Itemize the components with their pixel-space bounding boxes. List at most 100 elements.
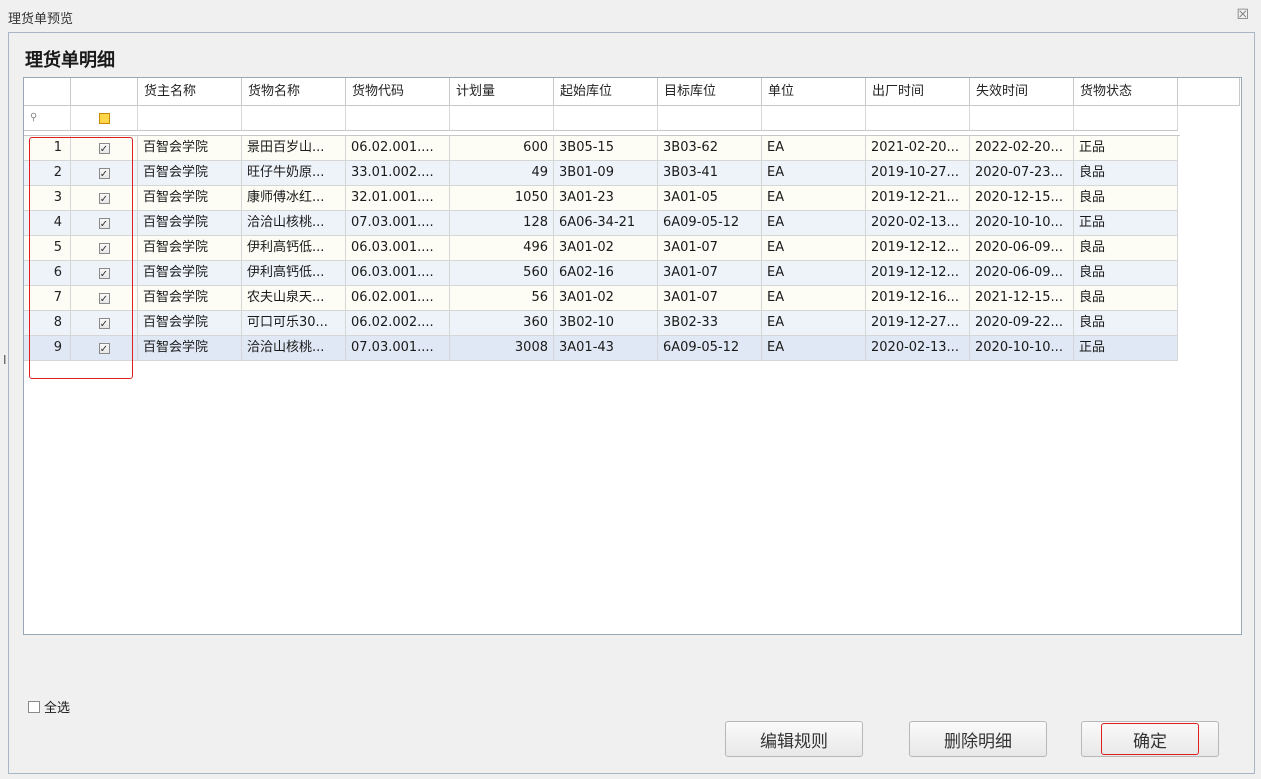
column-header-expiry-date[interactable]: 失效时间 (970, 78, 1074, 105)
row-checkbox[interactable]: ✓ (71, 161, 138, 185)
checkbox-checked[interactable]: ✓ (98, 167, 110, 180)
column-header-to-location[interactable]: 目标库位 (658, 78, 762, 105)
cell-expiry-date: 2020-10-10... (970, 336, 1074, 360)
table-row[interactable]: 8 ✓ 百智会学院 可口可乐30... 06.02.002.... 360 3B02-10 3… (24, 311, 1178, 336)
checkbox-checked[interactable]: ✓ (98, 142, 110, 155)
row-index: 5 (24, 236, 71, 260)
header-checkbox-indeterminate[interactable] (98, 112, 110, 124)
cell-owner: 百智会学院 (138, 336, 242, 360)
cell-unit: EA (762, 236, 866, 260)
edit-rule-button[interactable]: 编辑规则 (725, 721, 863, 757)
cell-to-location: 3A01-07 (658, 261, 762, 285)
column-header-unit[interactable]: 单位 (762, 78, 866, 105)
table-row[interactable]: 9 ✓ 百智会学院 洽洽山核桃... 07.03.001.... 3008 3A01-43 6… (24, 336, 1178, 361)
cell-expiry-date: 2020-09-22... (970, 311, 1074, 335)
column-header-goods-code[interactable]: 货物代码 (346, 78, 450, 105)
cell-from-location: 3B02-10 (554, 311, 658, 335)
cell-goods-name: 旺仔牛奶原... (242, 161, 346, 185)
cell-unit: EA (762, 161, 866, 185)
close-icon[interactable]: ☒ (1236, 7, 1249, 23)
cell-from-location: 3A01-23 (554, 186, 658, 210)
window-title: 理货单预览 (8, 12, 74, 27)
filter-goods-code[interactable] (346, 106, 450, 130)
confirm-button[interactable]: 确定 (1081, 721, 1219, 757)
cell-from-location: 3A01-02 (554, 286, 658, 310)
cell-expiry-date: 2020-06-09... (970, 236, 1074, 260)
checkbox-checked[interactable]: ✓ (98, 342, 110, 355)
column-header-planned-qty[interactable]: 计划量 (450, 78, 554, 105)
checkbox-checked[interactable]: ✓ (98, 242, 110, 255)
column-header-mfg-date[interactable]: 出厂时间 (866, 78, 970, 105)
filter-check-cell[interactable] (71, 106, 138, 130)
filter-from-location[interactable] (554, 106, 658, 130)
row-checkbox[interactable]: ✓ (71, 261, 138, 285)
checkbox-checked[interactable]: ✓ (98, 292, 110, 305)
filter-mfg-date[interactable] (866, 106, 970, 130)
grid-header: 货主名称 货物名称 货物代码 计划量 起始库位 目标库位 单位 出厂时间 失效时… (24, 78, 1240, 106)
cell-unit: EA (762, 261, 866, 285)
row-index: 8 (24, 311, 71, 335)
cell-owner: 百智会学院 (138, 311, 242, 335)
title-bar: 理货单预览 ☒ (0, 0, 1261, 32)
row-index: 4 (24, 211, 71, 235)
row-checkbox[interactable]: ✓ (71, 286, 138, 310)
cell-goods-status: 良品 (1074, 311, 1178, 335)
select-all-checkbox[interactable]: 全选 (28, 697, 70, 716)
table-row[interactable]: 7 ✓ 百智会学院 农夫山泉天... 06.02.001.... 56 3A01-02 3A0… (24, 286, 1178, 311)
filter-unit[interactable] (762, 106, 866, 130)
column-header-goods-status[interactable]: 货物状态 (1074, 78, 1178, 105)
column-header-goods-name[interactable]: 货物名称 (242, 78, 346, 105)
delete-detail-button[interactable]: 删除明细 (909, 721, 1047, 757)
cell-expiry-date: 2021-12-15... (970, 286, 1074, 310)
row-checkbox[interactable]: ✓ (71, 236, 138, 260)
table-row[interactable]: 2 ✓ 百智会学院 旺仔牛奶原... 33.01.002.... 49 3B01-09 3B0… (24, 161, 1178, 186)
column-header-owner[interactable]: 货主名称 (138, 78, 242, 105)
cell-goods-name: 伊利高钙低... (242, 236, 346, 260)
cell-unit: EA (762, 286, 866, 310)
cell-mfg-date: 2021-02-20... (866, 136, 970, 160)
filter-to-location[interactable] (658, 106, 762, 130)
table-row[interactable]: 1 ✓ 百智会学院 景田百岁山... 06.02.001.... 600 3B05-15 3B… (24, 136, 1178, 161)
cell-goods-code: 06.02.001.... (346, 136, 450, 160)
filter-goods-status[interactable] (1074, 106, 1178, 130)
cell-goods-name: 洽洽山核桃... (242, 211, 346, 235)
column-header-from-location[interactable]: 起始库位 (554, 78, 658, 105)
filter-goods-name[interactable] (242, 106, 346, 130)
cell-owner: 百智会学院 (138, 236, 242, 260)
cell-to-location: 3B03-62 (658, 136, 762, 160)
cell-mfg-date: 2019-12-12... (866, 261, 970, 285)
detail-grid: 货主名称 货物名称 货物代码 计划量 起始库位 目标库位 单位 出厂时间 失效时… (23, 77, 1242, 635)
cell-unit: EA (762, 311, 866, 335)
cell-goods-status: 良品 (1074, 161, 1178, 185)
cell-goods-code: 06.02.001.... (346, 286, 450, 310)
cell-to-location: 6A09-05-12 (658, 211, 762, 235)
checkbox-checked[interactable]: ✓ (98, 267, 110, 280)
row-checkbox[interactable]: ✓ (71, 311, 138, 335)
table-row[interactable]: 5 ✓ 百智会学院 伊利高钙低... 06.03.001.... 496 3A01-02 3A… (24, 236, 1178, 261)
filter-planned-qty[interactable] (450, 106, 554, 130)
select-all-box[interactable] (28, 700, 40, 713)
row-checkbox[interactable]: ✓ (71, 336, 138, 360)
cell-goods-code: 06.03.001.... (346, 261, 450, 285)
row-checkbox[interactable]: ✓ (71, 136, 138, 160)
cell-from-location: 3B05-15 (554, 136, 658, 160)
filter-expiry-date[interactable] (970, 106, 1074, 130)
cell-planned-qty: 360 (450, 311, 554, 335)
checkbox-checked[interactable]: ✓ (98, 217, 110, 230)
cell-goods-name: 伊利高钙低... (242, 261, 346, 285)
cell-to-location: 3B03-41 (658, 161, 762, 185)
cell-owner: 百智会学院 (138, 211, 242, 235)
cell-goods-name: 康师傅冰红... (242, 186, 346, 210)
table-row[interactable]: 4 ✓ 百智会学院 洽洽山核桃... 07.03.001.... 128 6A06-34-2… (24, 211, 1178, 236)
checkbox-checked[interactable]: ✓ (98, 317, 110, 330)
filter-owner[interactable] (138, 106, 242, 130)
row-checkbox[interactable]: ✓ (71, 211, 138, 235)
cell-goods-code: 07.03.001.... (346, 211, 450, 235)
cell-planned-qty: 56 (450, 286, 554, 310)
row-index: 3 (24, 186, 71, 210)
row-checkbox[interactable]: ✓ (71, 186, 138, 210)
table-row[interactable]: 6 ✓ 百智会学院 伊利高钙低... 06.03.001.... 560 6A02-16 3A… (24, 261, 1178, 286)
checkbox-checked[interactable]: ✓ (98, 192, 110, 205)
cell-from-location: 3A01-43 (554, 336, 658, 360)
table-row[interactable]: 3 ✓ 百智会学院 康师傅冰红... 32.01.001.... 1050 3A01-23 3… (24, 186, 1178, 211)
